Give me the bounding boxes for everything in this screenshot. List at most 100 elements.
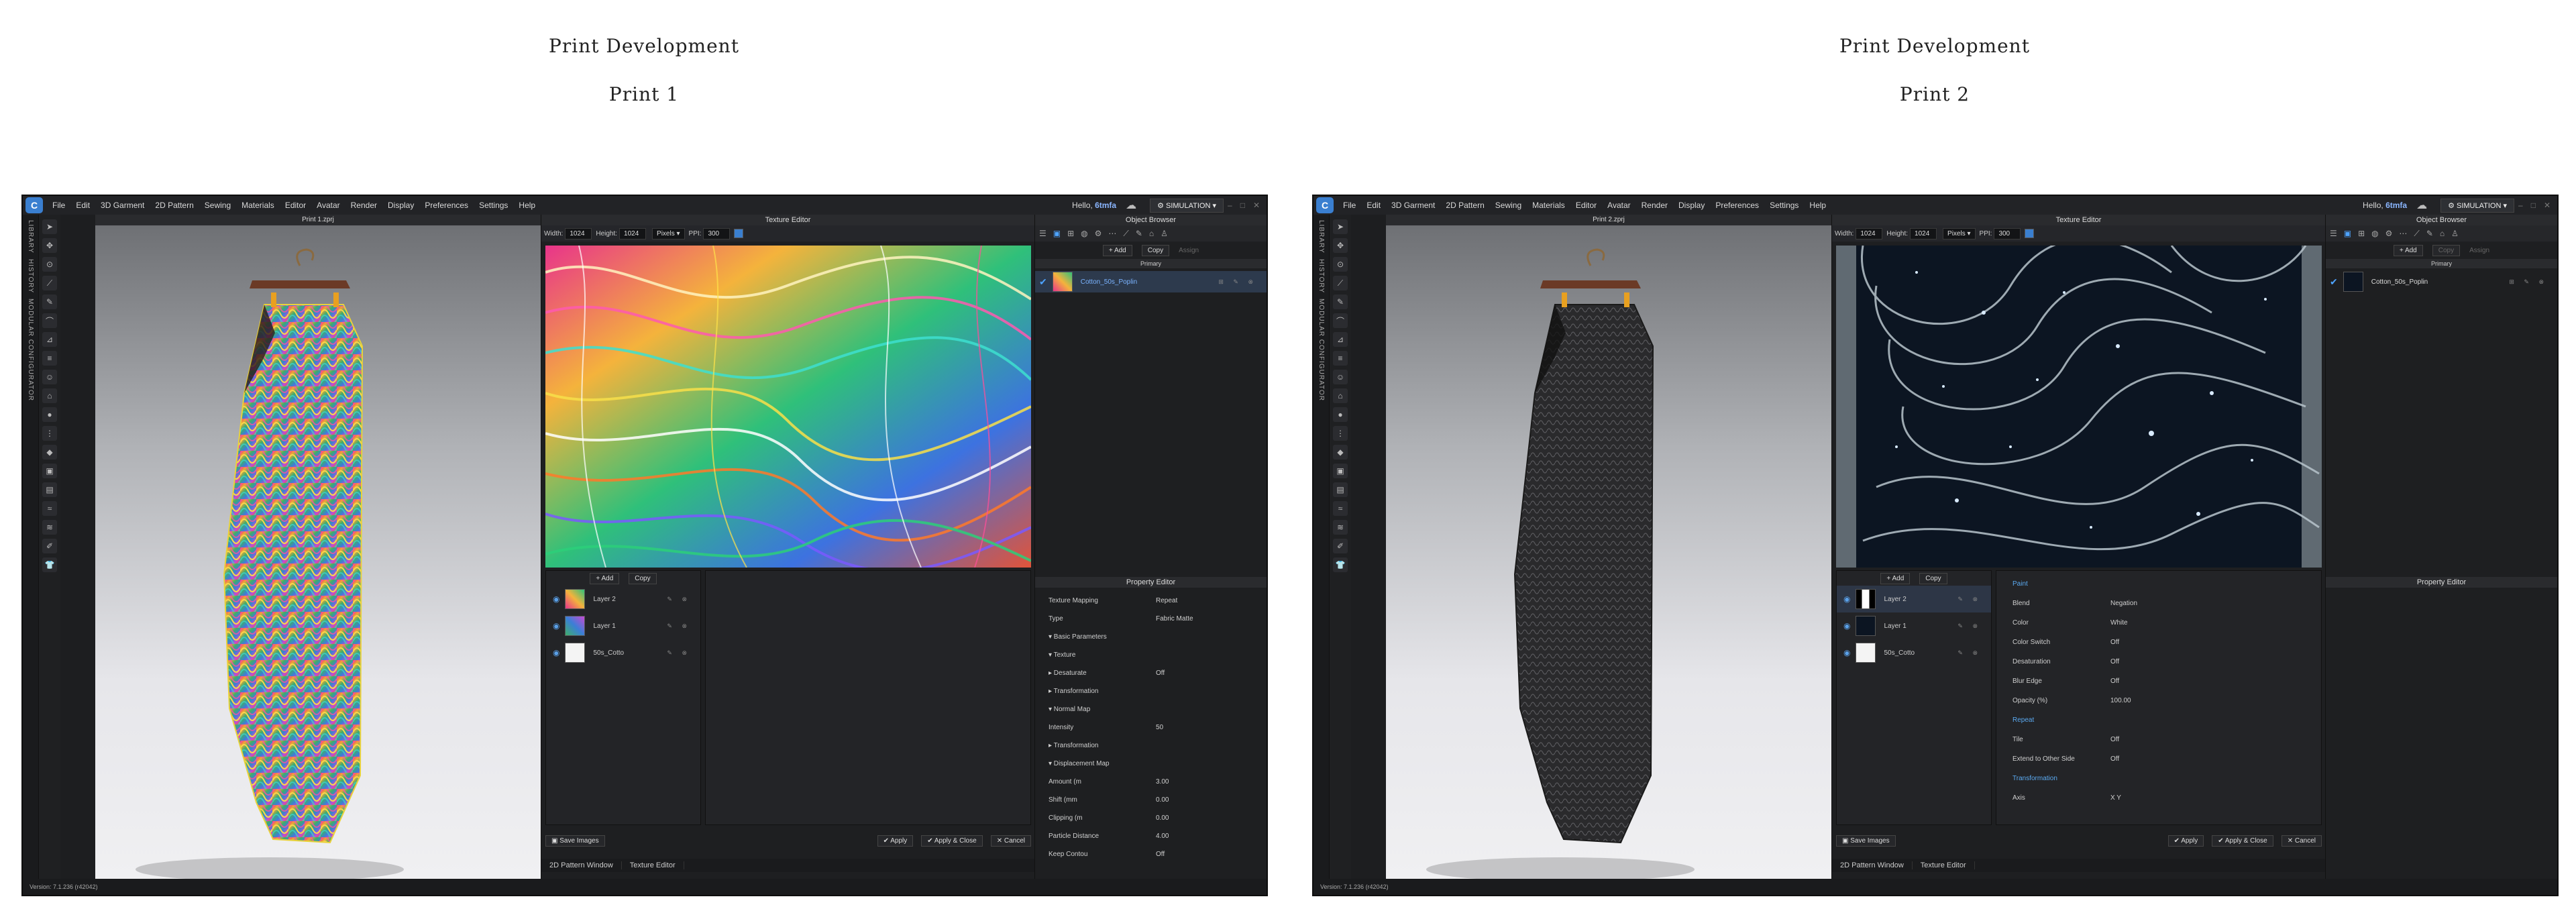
simulation-mode-select[interactable]: ⚙ SIMULATION ▾ [1150, 198, 1224, 213]
texture-tool-icon[interactable]: ▤ [42, 482, 57, 497]
measure-tool-icon[interactable]: ⊿ [42, 332, 57, 347]
unit-select[interactable]: Pixels ▾ [1943, 227, 1976, 239]
trim-tool-icon[interactable]: ◆ [1333, 445, 1348, 460]
graphic-icon[interactable]: ✎ [1136, 229, 1142, 238]
assign-button[interactable]: Assign [1179, 247, 1199, 254]
eye-icon[interactable]: ◉ [1843, 594, 1850, 604]
layer-row[interactable]: ◉ Layer 1 ✎ ⊗ [546, 612, 700, 639]
shirring-tool-icon[interactable]: ≋ [1333, 520, 1348, 535]
menu-3d-garment[interactable]: 3D Garment [95, 201, 150, 210]
layer-options-icon[interactable]: ✎ ⊗ [667, 649, 691, 657]
menu-materials[interactable]: Materials [1527, 201, 1570, 210]
sew-tool-icon[interactable]: ⟋ [42, 276, 57, 290]
tab-library[interactable]: LIBRARY [27, 220, 34, 254]
fold-tool-icon[interactable]: ⌒ [1333, 313, 1348, 328]
menu-file[interactable]: File [1338, 201, 1361, 210]
tab-library[interactable]: LIBRARY [1318, 220, 1325, 254]
menu-help[interactable]: Help [1804, 201, 1831, 210]
move-tool-icon[interactable]: ✥ [42, 238, 57, 253]
layer-row[interactable]: ◉ Layer 2 ✎ ⊗ [546, 586, 700, 612]
fabric-item[interactable]: ✔ Cotton_50s_Poplin ⊞ ✎ ⊗ [1035, 271, 1267, 292]
apply-close-button[interactable]: ✔ Apply & Close [2212, 835, 2273, 847]
brush-tool-icon[interactable]: ✎ [1333, 294, 1348, 309]
minimize-icon[interactable]: – [1228, 201, 1232, 210]
width-field[interactable]: 1024 [1856, 227, 1883, 239]
close-icon[interactable]: ✕ [1253, 201, 1260, 210]
shirt-tool-icon[interactable]: 👕 [1333, 557, 1348, 572]
texture-canvas[interactable] [1836, 246, 2322, 568]
tab-texture-editor[interactable]: Texture Editor [622, 861, 684, 869]
maximize-icon[interactable]: □ [1240, 201, 1245, 210]
property-value[interactable]: 4.00 [1156, 833, 1169, 840]
unit-select[interactable]: Pixels ▾ [652, 227, 685, 239]
minimize-icon[interactable]: – [2518, 201, 2523, 210]
zipper-icon[interactable]: ⟋ [2414, 229, 2419, 239]
pattern-icon[interactable]: ◍ [1081, 229, 1087, 238]
tape-tool-icon[interactable]: ≡ [1333, 351, 1348, 366]
menu-3d-garment[interactable]: 3D Garment [1386, 201, 1440, 210]
zipper-icon[interactable]: ⟋ [1123, 229, 1128, 239]
height-field[interactable]: 1024 [619, 227, 647, 239]
menu-editor[interactable]: Editor [280, 201, 311, 210]
copy-object-button[interactable]: Copy [2432, 244, 2461, 256]
layer-options-icon[interactable]: ✎ ⊗ [1957, 649, 1982, 657]
measure-tool-icon[interactable]: ⊿ [1333, 332, 1348, 347]
button-tool-icon[interactable]: ● [42, 407, 57, 422]
texture-canvas[interactable] [545, 246, 1031, 568]
menu-render[interactable]: Render [1636, 201, 1673, 210]
width-field[interactable]: 1024 [565, 227, 592, 239]
apply-button[interactable]: ✔ Apply [877, 835, 914, 847]
add-object-button[interactable]: + Add [1102, 244, 1132, 256]
pattern-icon[interactable]: ◍ [2371, 229, 2378, 238]
property-value[interactable]: White [2110, 619, 2128, 627]
menu-settings[interactable]: Settings [1764, 201, 1804, 210]
eye-icon[interactable]: ◉ [553, 594, 559, 604]
property-value[interactable]: Off [2110, 755, 2119, 763]
hanger-icon[interactable]: ⌂ [1149, 229, 1154, 238]
add-layer-button[interactable]: + Add [1880, 572, 1911, 584]
grid-toggle-icon[interactable] [2025, 229, 2035, 238]
fabric-icon[interactable]: ▣ [1053, 229, 1061, 238]
add-object-button[interactable]: + Add [2393, 244, 2423, 256]
sew-tool-icon[interactable]: ⟋ [1333, 276, 1348, 290]
property-value[interactable]: 50 [1156, 724, 1163, 731]
property-value[interactable]: Off [2110, 678, 2119, 685]
property-value[interactable]: Off [2110, 639, 2119, 646]
list-icon[interactable]: ☰ [1039, 229, 1046, 238]
topstitch-icon[interactable]: ⋯ [2399, 229, 2407, 238]
tab-modular-configurator[interactable]: MODULAR CONFIGURATOR [27, 299, 34, 401]
tab-modular-configurator[interactable]: MODULAR CONFIGURATOR [1318, 299, 1325, 401]
close-icon[interactable]: ✕ [2544, 201, 2551, 210]
cancel-button[interactable]: ✕ Cancel [990, 835, 1031, 847]
menu-sewing[interactable]: Sewing [199, 201, 236, 210]
save-images-button[interactable]: ▣ Save Images [1836, 835, 1896, 847]
cloud-icon[interactable]: ☁ [1126, 199, 1136, 212]
layer-options-icon[interactable]: ✎ ⊗ [667, 596, 691, 603]
property-value[interactable]: 0.00 [1156, 796, 1169, 804]
property-value[interactable]: Fabric Matte [1156, 615, 1193, 623]
primary-group-header[interactable]: Primary [2326, 259, 2557, 268]
menu-2d-pattern[interactable]: 2D Pattern [1440, 201, 1489, 210]
graphic-icon[interactable]: ✎ [2426, 229, 2433, 238]
tab-2d-pattern-window[interactable]: 2D Pattern Window [1832, 861, 1913, 869]
menu-edit[interactable]: Edit [1361, 201, 1386, 210]
avatar-tool-icon[interactable]: ☺ [1333, 370, 1348, 384]
tab-2d-pattern-window[interactable]: 2D Pattern Window [541, 861, 622, 869]
menu-render[interactable]: Render [345, 201, 382, 210]
trim-icon[interactable]: ⚙ [1095, 229, 1102, 238]
puckering-tool-icon[interactable]: ≈ [42, 501, 57, 516]
property-value[interactable]: X Y [2110, 794, 2121, 802]
3d-garment-view[interactable]: Print 1.zprj [95, 215, 541, 880]
menu-materials[interactable]: Materials [236, 201, 280, 210]
eye-icon[interactable]: ◉ [1843, 648, 1850, 657]
zipper-tool-icon[interactable]: ⋮ [1333, 426, 1348, 441]
fabric-item[interactable]: ✔ Cotton_50s_Poplin ⊞ ✎ ⊗ [2326, 271, 2557, 292]
simulation-mode-select[interactable]: ⚙ SIMULATION ▾ [2440, 198, 2514, 213]
select-tool-icon[interactable]: ➤ [42, 219, 57, 234]
graphic-tool-icon[interactable]: ▣ [1333, 464, 1348, 478]
shirring-tool-icon[interactable]: ≋ [42, 520, 57, 535]
cloud-icon[interactable]: ☁ [2416, 199, 2427, 212]
menu-help[interactable]: Help [513, 201, 541, 210]
graphic-tool-icon[interactable]: ▣ [42, 464, 57, 478]
menu-preferences[interactable]: Preferences [1710, 201, 1764, 210]
